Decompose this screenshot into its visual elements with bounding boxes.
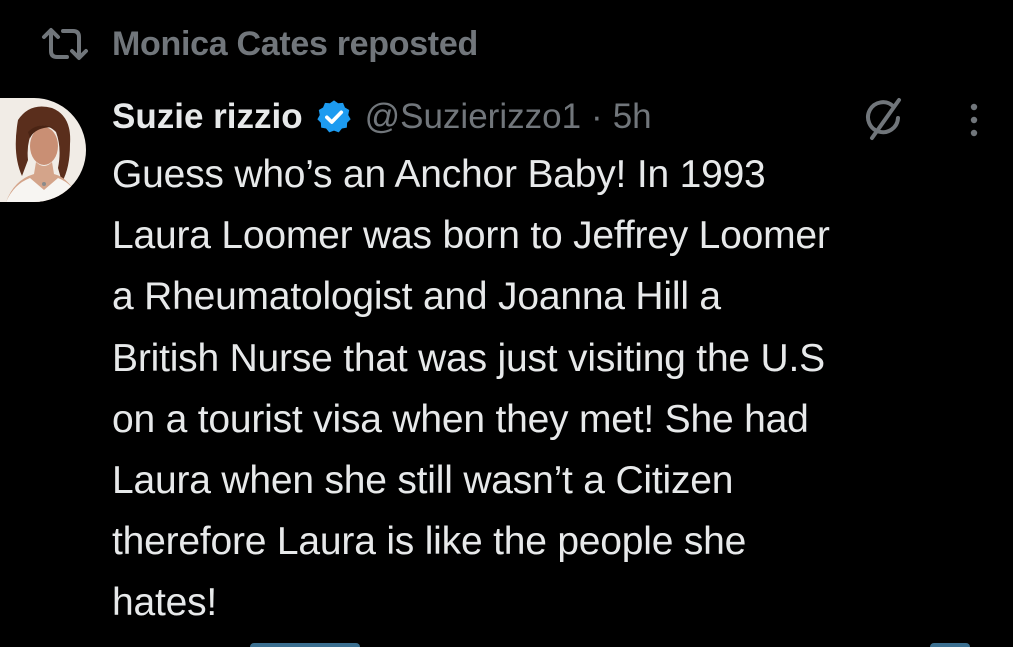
avatar[interactable]	[0, 98, 86, 202]
media-edge-right	[930, 643, 970, 647]
tweet-text-line: on a tourist visa when they met! She had	[112, 397, 809, 441]
repost-icon	[40, 27, 90, 61]
user-avatar	[0, 98, 86, 202]
tweet-text-line: Laura when she still wasn’t a Citizen	[112, 459, 734, 503]
media-edge-left	[250, 643, 360, 647]
tweet-text-line: a Rheumatologist and Joanna Hill a	[112, 275, 721, 319]
verified-badge-icon[interactable]	[315, 98, 353, 136]
display-name[interactable]: Suzie rizzio	[112, 97, 303, 137]
tweet-text-line: British Nurse that was just visiting the…	[112, 336, 825, 380]
more-options-icon[interactable]	[962, 100, 986, 140]
tweet-text-line: Guess who’s an Anchor Baby! In 1993	[112, 153, 766, 196]
repost-header[interactable]: Monica Cates reposted	[40, 22, 478, 66]
tweet-text: Guess who’s an Anchor Baby! In 1993 Laur…	[112, 144, 1002, 634]
tweet-text-line: therefore Laura is like the people she	[112, 520, 747, 564]
timestamp[interactable]: 5h	[613, 97, 652, 137]
user-handle[interactable]: @Suzierizzo1	[365, 97, 581, 137]
repost-label[interactable]: Monica Cates reposted	[112, 25, 478, 64]
separator-dot: ·	[591, 97, 603, 136]
grok-icon[interactable]	[862, 96, 908, 142]
tweet-header: Suzie rizzio @Suzierizzo1 · 5h	[112, 92, 652, 142]
tweet-text-line: Laura Loomer was born to Jeffrey Loomer	[112, 214, 830, 258]
tweet-text-line: hates!	[112, 581, 218, 625]
